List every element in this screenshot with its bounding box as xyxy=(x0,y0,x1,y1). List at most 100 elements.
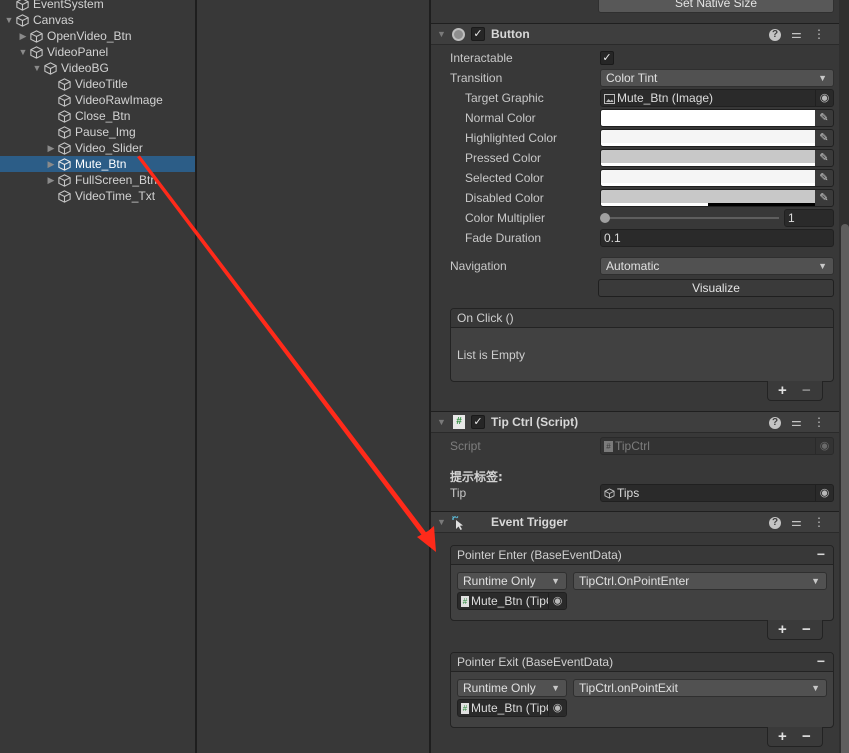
alpha-fill xyxy=(601,163,815,166)
function-dropdown[interactable]: TipCtrl.OnPointEnter ▼ xyxy=(573,572,827,590)
event-target-field[interactable]: # Mute_Btn (TipCtrl) ◉ xyxy=(457,592,567,610)
tipctrl-enabled-checkbox[interactable]: ✓ xyxy=(471,415,485,429)
component-menu-icon[interactable]: ⋮ xyxy=(813,515,825,529)
remove-listener-button[interactable]: − xyxy=(802,382,811,399)
foldout-expanded-icon[interactable]: ▼ xyxy=(4,12,14,28)
call-state-dropdown[interactable]: Runtime Only ▼ xyxy=(457,572,567,590)
component-menu-icon[interactable]: ⋮ xyxy=(813,415,825,429)
tip-value: Tips xyxy=(617,486,640,500)
color-swatch[interactable] xyxy=(601,130,815,143)
presets-icon[interactable]: ⚌ xyxy=(791,27,802,41)
color-swatch[interactable] xyxy=(601,170,815,183)
color-multiplier-slider-thumb[interactable] xyxy=(600,213,610,223)
eyedropper-icon[interactable]: ✎ xyxy=(815,150,833,166)
presets-icon[interactable]: ⚌ xyxy=(791,515,802,529)
presets-icon[interactable]: ⚌ xyxy=(791,415,802,429)
hierarchy-item-label: Pause_Img xyxy=(75,125,136,139)
foldout-collapsed-icon[interactable]: ▶ xyxy=(46,156,56,172)
add-listener-button[interactable]: + xyxy=(778,621,787,638)
hierarchy-item[interactable]: ▶ OpenVideo_Btn xyxy=(0,28,195,44)
add-listener-button[interactable]: + xyxy=(778,382,787,399)
tip-label: Tip xyxy=(450,486,467,500)
navigation-label: Navigation xyxy=(450,259,507,273)
tipctrl-component-header[interactable]: ▼ # ✓ Tip Ctrl (Script) ? ⚌ ⋮ xyxy=(431,411,839,433)
eyedropper-icon[interactable]: ✎ xyxy=(815,170,833,186)
target-graphic-field[interactable]: Mute_Btn (Image) ◉ xyxy=(600,89,834,107)
target-graphic-value: Mute_Btn (Image) xyxy=(617,91,714,105)
foldout-collapsed-icon[interactable]: ▶ xyxy=(18,28,28,44)
event-target-field[interactable]: # Mute_Btn (TipCtrl) ◉ xyxy=(457,699,567,717)
color-multiplier-input[interactable]: 1 xyxy=(784,209,834,227)
hierarchy-item[interactable]: Close_Btn xyxy=(0,108,195,124)
interactable-checkbox[interactable]: ✓ xyxy=(600,51,614,65)
color-swatch[interactable] xyxy=(601,190,815,203)
add-listener-button[interactable]: + xyxy=(778,728,787,745)
button-enabled-checkbox[interactable]: ✓ xyxy=(471,27,485,41)
visualize-button[interactable]: Visualize xyxy=(598,279,834,297)
remove-event-button[interactable]: − xyxy=(817,546,825,562)
hierarchy-item[interactable]: VideoRawImage xyxy=(0,92,195,108)
gameobject-cube-icon xyxy=(604,488,615,499)
color-field[interactable]: ✎ xyxy=(600,149,834,167)
tip-field[interactable]: Tips ◉ xyxy=(600,484,834,502)
set-native-size-button[interactable]: Set Native Size xyxy=(598,0,834,13)
gameobject-cube-icon xyxy=(16,0,29,11)
help-icon[interactable]: ? xyxy=(769,517,781,529)
inspector-scrollbar-thumb[interactable] xyxy=(841,224,849,753)
object-picker-icon[interactable]: ◉ xyxy=(548,593,566,609)
color-swatch[interactable] xyxy=(601,150,815,163)
event-trigger-icon xyxy=(452,516,463,530)
color-field[interactable]: ✎ xyxy=(600,109,834,127)
hierarchy-item[interactable]: ▼ VideoBG xyxy=(0,60,195,76)
hierarchy-item[interactable]: EventSystem xyxy=(0,0,195,12)
eyedropper-icon[interactable]: ✎ xyxy=(815,130,833,146)
color-multiplier-slider-track[interactable] xyxy=(605,217,779,219)
hierarchy-item[interactable]: ▶ Video_Slider xyxy=(0,140,195,156)
color-swatch[interactable] xyxy=(601,110,815,123)
hierarchy-item-label: FullScreen_Btn xyxy=(75,173,158,187)
color-label: Normal Color xyxy=(465,111,536,125)
alpha-fill xyxy=(601,143,815,146)
remove-listener-button[interactable]: − xyxy=(802,621,811,638)
component-menu-icon[interactable]: ⋮ xyxy=(813,27,825,41)
remove-listener-button[interactable]: − xyxy=(802,728,811,745)
fade-duration-input[interactable]: 0.1 xyxy=(600,229,834,247)
hierarchy-item[interactable]: ▶ FullScreen_Btn xyxy=(0,172,195,188)
foldout-expanded-icon[interactable]: ▼ xyxy=(18,44,28,60)
help-icon[interactable]: ? xyxy=(769,417,781,429)
foldout-collapsed-icon[interactable]: ▶ xyxy=(46,172,56,188)
color-field[interactable]: ✎ xyxy=(600,169,834,187)
event-entry: Pointer Enter (BaseEventData) − Runtime On… xyxy=(450,545,834,621)
hierarchy-item[interactable]: ▼ Canvas xyxy=(0,12,195,28)
hierarchy-item[interactable]: ▼ VideoPanel xyxy=(0,44,195,60)
hierarchy-item[interactable]: VideoTime_Txt xyxy=(0,188,195,204)
hierarchy-item[interactable]: VideoTitle xyxy=(0,76,195,92)
eyedropper-icon[interactable]: ✎ xyxy=(815,110,833,126)
call-state-dropdown[interactable]: Runtime Only ▼ xyxy=(457,679,567,697)
color-field[interactable]: ✎ xyxy=(600,189,834,207)
hierarchy-item-label: VideoTitle xyxy=(75,77,128,91)
navigation-dropdown[interactable]: Automatic ▼ xyxy=(600,257,834,275)
transition-label: Transition xyxy=(450,71,503,85)
object-picker-icon[interactable]: ◉ xyxy=(815,485,833,501)
foldout-collapsed-icon[interactable]: ▶ xyxy=(46,140,56,156)
foldout-arrow-icon[interactable]: ▼ xyxy=(437,29,446,39)
foldout-expanded-icon[interactable]: ▼ xyxy=(32,60,42,76)
call-state-value: Runtime Only xyxy=(463,681,536,695)
alpha-fill xyxy=(601,183,815,186)
hierarchy-item[interactable]: ▶ Mute_Btn xyxy=(0,156,195,172)
function-dropdown[interactable]: TipCtrl.onPointExit ▼ xyxy=(573,679,827,697)
button-component-header[interactable]: ▼ ✓ Button ? ⚌ ⋮ xyxy=(431,23,839,45)
event-trigger-component-header[interactable]: ▼ Event Trigger ? ⚌ ⋮ xyxy=(431,511,839,533)
remove-event-button[interactable]: − xyxy=(817,653,825,669)
help-icon[interactable]: ? xyxy=(769,29,781,41)
object-picker-icon[interactable]: ◉ xyxy=(548,700,566,716)
transition-dropdown[interactable]: Color Tint ▼ xyxy=(600,69,834,87)
object-picker-icon[interactable]: ◉ xyxy=(815,90,833,106)
foldout-arrow-icon[interactable]: ▼ xyxy=(437,517,446,527)
foldout-arrow-icon[interactable]: ▼ xyxy=(437,417,446,427)
hierarchy-item-label: Canvas xyxy=(33,13,74,27)
eyedropper-icon[interactable]: ✎ xyxy=(815,190,833,206)
hierarchy-item[interactable]: Pause_Img xyxy=(0,124,195,140)
color-field[interactable]: ✎ xyxy=(600,129,834,147)
